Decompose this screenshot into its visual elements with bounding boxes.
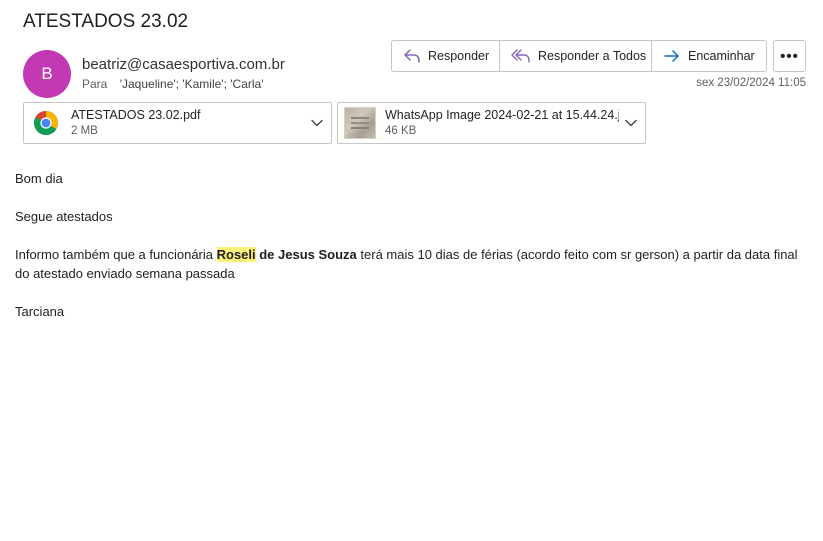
forward-arrow-icon bbox=[664, 50, 679, 62]
more-actions-button[interactable]: ••• bbox=[773, 40, 806, 72]
to-recipients[interactable]: 'Jaqueline'; 'Kamile'; 'Carla' bbox=[120, 77, 264, 91]
body-signature: Tarciana bbox=[15, 304, 65, 319]
attachment-menu-button[interactable] bbox=[305, 103, 329, 143]
attachment-size: 46 KB bbox=[385, 124, 417, 137]
reply-all-icon bbox=[511, 49, 530, 63]
forward-label: Encaminhar bbox=[688, 49, 755, 63]
chevron-down-icon bbox=[625, 119, 637, 127]
attachment-size: 2 MB bbox=[71, 124, 98, 137]
attachment-name: ATESTADOS 23.02.pdf bbox=[71, 107, 201, 122]
body-paragraph: Informo também que a funcionária Roseli … bbox=[15, 245, 810, 283]
body-text: Informo também que a funcionária bbox=[15, 247, 217, 262]
sender-avatar[interactable]: B bbox=[23, 50, 71, 98]
attachment-menu-button[interactable] bbox=[619, 103, 643, 143]
attachment-name: WhatsApp Image 2024-02-21 at 15.44.24.jp… bbox=[385, 107, 619, 122]
chevron-down-icon bbox=[311, 119, 323, 127]
attachment-pdf[interactable]: ATESTADOS 23.02.pdf 2 MB bbox=[23, 102, 332, 144]
highlighted-name: Roseli bbox=[216, 247, 256, 262]
reply-icon bbox=[404, 49, 420, 63]
sent-date: sex 23/02/2024 11:05 bbox=[696, 77, 806, 89]
reply-button[interactable]: Responder bbox=[392, 41, 500, 71]
reply-all-button[interactable]: Responder a Todos bbox=[500, 41, 652, 71]
image-thumbnail bbox=[344, 107, 376, 139]
sender-email[interactable]: beatriz@casaesportiva.com.br bbox=[82, 56, 285, 73]
attachment-image[interactable]: WhatsApp Image 2024-02-21 at 15.44.24.jp… bbox=[337, 102, 646, 144]
body-line: Segue atestados bbox=[15, 209, 113, 224]
forward-button[interactable]: Encaminhar bbox=[652, 41, 766, 71]
reply-label: Responder bbox=[428, 49, 490, 63]
avatar-initial: B bbox=[41, 64, 53, 83]
message-actions-toolbar: Responder Responder a Todos Encaminhar bbox=[391, 40, 767, 72]
message-body: Bom dia Segue atestados Informo também q… bbox=[15, 169, 810, 340]
recipients-line: Para 'Jaqueline'; 'Kamile'; 'Carla' bbox=[82, 77, 264, 91]
bold-name: de Jesus Souza bbox=[255, 247, 357, 262]
body-greeting: Bom dia bbox=[15, 171, 63, 186]
email-subject: ATESTADOS 23.02 bbox=[23, 11, 189, 32]
chrome-icon bbox=[30, 107, 62, 139]
more-icon: ••• bbox=[780, 47, 799, 65]
reply-all-label: Responder a Todos bbox=[538, 49, 647, 63]
to-label: Para bbox=[82, 77, 108, 91]
